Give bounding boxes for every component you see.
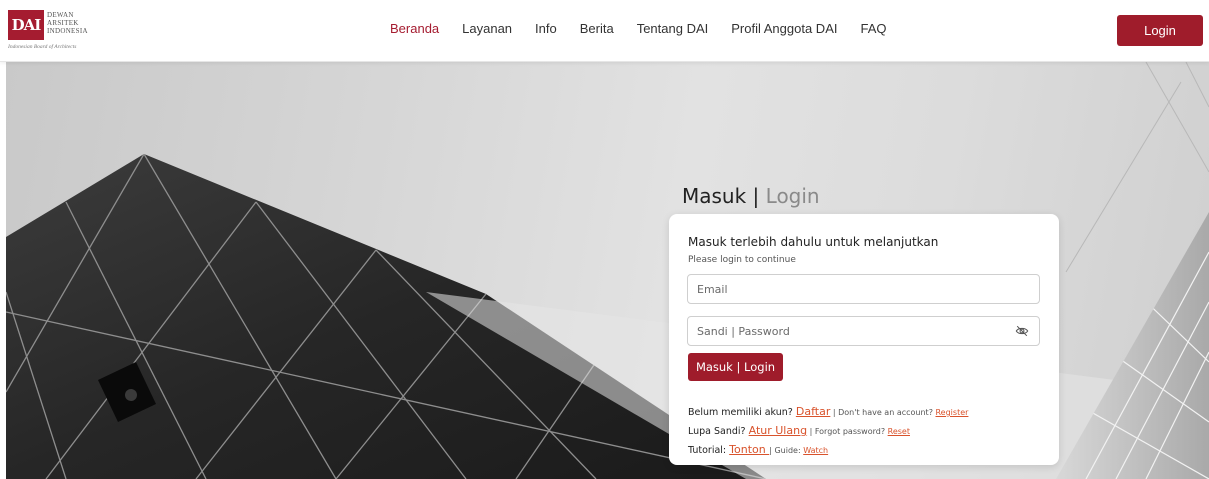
login-heading-main: Masuk |	[682, 184, 760, 208]
register-line: Belum memiliki akun? Daftar | Don't have…	[688, 405, 968, 418]
tutorial-mid: | Guide:	[769, 446, 804, 455]
logo-tagline: Indonesian Board of Architects	[8, 44, 77, 50]
reset-link[interactable]: Reset	[888, 427, 910, 436]
building-facade	[6, 154, 766, 479]
main-nav: Beranda Layanan Info Berita Tentang DAI …	[390, 21, 910, 37]
nav-item-berita[interactable]: Berita	[580, 21, 614, 37]
daftar-link[interactable]: Daftar	[796, 405, 830, 418]
logo-mark: DAI	[8, 10, 44, 40]
register-link[interactable]: Register	[935, 408, 968, 417]
login-card-subtitle: Please login to continue	[688, 255, 796, 265]
reset-line: Lupa Sandi? Atur Ulang | Forgot password…	[688, 424, 910, 437]
logo-line-1: DEWAN	[47, 11, 74, 19]
login-submit-button[interactable]: Masuk | Login	[688, 353, 783, 381]
reset-prefix: Lupa Sandi?	[688, 426, 749, 437]
top-navbar: DAI DEWAN ARSITEK INDONESIA Indonesian B…	[0, 0, 1209, 62]
register-mid: | Don't have an account?	[830, 408, 936, 417]
nav-item-faq[interactable]: FAQ	[860, 21, 886, 37]
logo-text: DEWAN ARSITEK INDONESIA	[47, 11, 88, 35]
login-heading-light: Login	[759, 184, 820, 208]
tutorial-line: Tutorial: Tonton | Guide: Watch	[688, 443, 828, 456]
dai-logo[interactable]: DAI DEWAN ARSITEK INDONESIA Indonesian B…	[8, 10, 108, 54]
eye-slash-icon[interactable]	[1015, 324, 1029, 338]
password-field[interactable]	[687, 316, 1040, 346]
login-heading: Masuk | Login	[682, 184, 820, 208]
logo-line-3: INDONESIA	[47, 27, 88, 35]
tonton-link[interactable]: Tonton	[729, 443, 769, 456]
login-card-title: Masuk terlebih dahulu untuk melanjutkan	[688, 235, 939, 249]
reset-mid: | Forgot password?	[807, 427, 888, 436]
nav-item-beranda[interactable]: Beranda	[390, 21, 439, 37]
register-prefix: Belum memiliki akun?	[688, 407, 796, 418]
login-card: Masuk terlebih dahulu untuk melanjutkan …	[669, 214, 1059, 465]
atur-ulang-link[interactable]: Atur Ulang	[749, 424, 807, 437]
email-field[interactable]	[687, 274, 1040, 304]
nav-item-tentang-dai[interactable]: Tentang DAI	[637, 21, 709, 37]
tutorial-prefix: Tutorial:	[688, 445, 730, 456]
watch-link[interactable]: Watch	[803, 446, 828, 455]
header-login-button[interactable]: Login	[1117, 15, 1203, 46]
nav-item-info[interactable]: Info	[535, 21, 557, 37]
nav-item-layanan[interactable]: Layanan	[462, 21, 512, 37]
logo-line-2: ARSITEK	[47, 19, 79, 27]
nav-item-profil-anggota[interactable]: Profil Anggota DAI	[731, 21, 837, 37]
